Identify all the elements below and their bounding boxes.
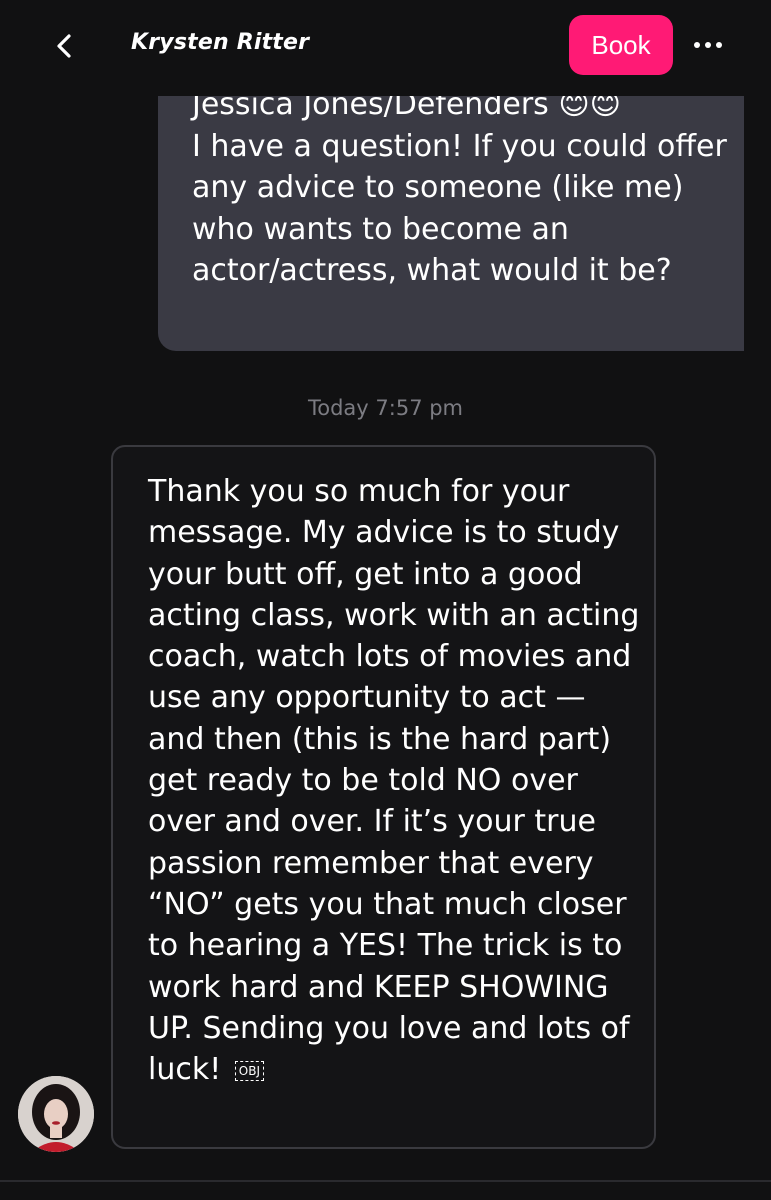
received-message-content: Thank you so much for your message. My a… [148, 471, 648, 1090]
sent-message-text: Jessica Jones/Defenders 😊😊 I have a ques… [192, 87, 727, 288]
object-placeholder-glyph: OBJ [234, 1061, 265, 1082]
bottom-divider [0, 1180, 771, 1182]
received-message-bubble[interactable]: Thank you so much for your message. My a… [111, 445, 656, 1149]
back-button[interactable] [46, 26, 82, 66]
avatar[interactable] [18, 1076, 94, 1152]
chevron-left-icon [57, 34, 71, 58]
avatar-image [18, 1076, 94, 1152]
message-timestamp: Today 7:57 pm [307, 396, 464, 420]
received-message-text: Thank you so much for your message. My a… [148, 474, 640, 1088]
contact-name[interactable]: Krysten Ritter [131, 30, 309, 55]
chat-header: Krysten Ritter Book [0, 0, 771, 96]
book-button[interactable]: Book [569, 15, 673, 75]
more-button[interactable] [688, 30, 728, 60]
more-horizontal-icon [694, 42, 722, 48]
